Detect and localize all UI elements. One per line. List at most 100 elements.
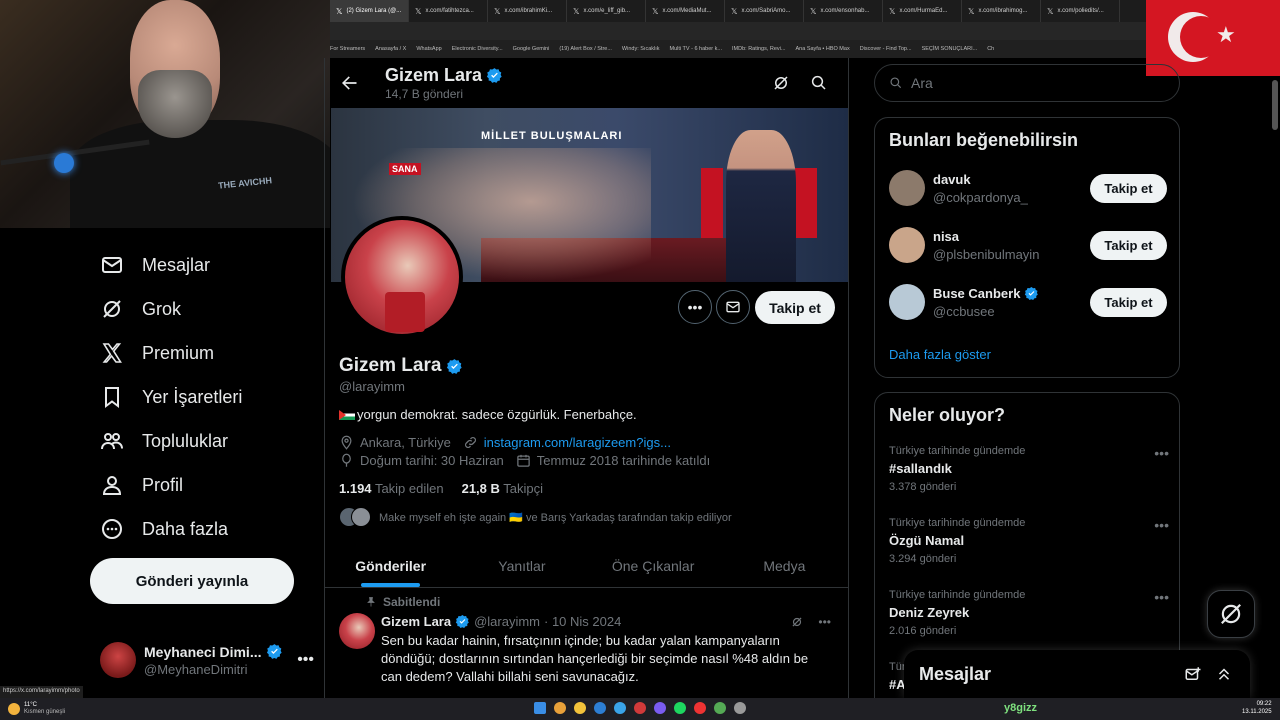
discord-icon[interactable] (654, 702, 666, 714)
search-icon[interactable] (810, 74, 828, 92)
post-more-icon[interactable]: ••• (818, 615, 831, 629)
browser-tab[interactable]: 𝕏x.com/ibrahimog... (962, 0, 1041, 22)
profile-bio: yorgun demokrat. sadece özgürlük. Fenerb… (357, 407, 637, 422)
follow-button[interactable]: Takip et (1090, 230, 1167, 260)
profile-avatar[interactable] (341, 216, 463, 338)
x-logo-icon: 𝕏 (1047, 6, 1054, 16)
trend-item[interactable]: Türkiye tarihinde gündemde #sallandık 3.37… (889, 445, 1169, 493)
grok-icon[interactable] (772, 74, 790, 92)
browser-tab[interactable]: 𝕏x.com/HurmaEd... (883, 0, 962, 22)
bookmark-item[interactable]: Ch (987, 46, 994, 52)
windows-taskbar: 11°C Kısmen güneşli y8gizz 09:22 13.11.2… (0, 698, 1280, 720)
suggestion-item[interactable]: davuk @cokpardonya_ Takip et (889, 170, 1167, 206)
back-arrow-icon[interactable] (339, 73, 359, 93)
trend-context: Türkiye tarihinde gündemde (889, 589, 1026, 601)
x-logo-icon: 𝕏 (652, 6, 659, 16)
more-icon[interactable]: ••• (1154, 589, 1169, 605)
bookmark-item[interactable]: Google Gemini (513, 46, 550, 52)
more-icon[interactable]: ••• (297, 651, 314, 669)
windows-start-icon[interactable] (534, 702, 546, 714)
suggestion-name: nisa (933, 228, 960, 244)
calendar-icon (517, 454, 530, 467)
scrollbar[interactable] (1272, 80, 1278, 130)
more-icon[interactable]: ••• (1154, 445, 1169, 461)
app-icon[interactable] (694, 702, 706, 714)
browser-tab[interactable]: 𝕏x.com/SabriAmo... (725, 0, 804, 22)
follow-button[interactable]: Takip et (1090, 287, 1167, 317)
nav-item-mesajlar[interactable]: Mesajlar (100, 250, 210, 280)
profile-name-row: Gizem Lara (339, 355, 463, 377)
following-stat[interactable]: 1.194 Takip edilen (339, 481, 444, 496)
weather-widget[interactable]: 11°C Kısmen güneşli (24, 702, 65, 716)
x-logo-icon: 𝕏 (494, 6, 501, 16)
bookmark-item[interactable]: Ana Sayfa • HBO Max (796, 46, 850, 52)
flag-star-icon: ★ (1216, 22, 1236, 47)
avatar[interactable] (339, 613, 375, 649)
bookmark-item[interactable]: Electronic Diversity... (452, 46, 503, 52)
follow-stats: 1.194 Takip edilen 21,8 B Takipçi (339, 481, 543, 496)
bookmark-item[interactable]: WhatsApp (416, 46, 441, 52)
file-explorer-icon[interactable] (574, 702, 586, 714)
browser-tab[interactable]: 𝕏x.com/ensonhab... (804, 0, 883, 22)
bookmark-icon (105, 387, 119, 408)
browser-tab[interactable]: 𝕏x.com/ibrahimKi... (488, 0, 567, 22)
more-options-button[interactable]: ••• (678, 290, 712, 324)
chrome-icon[interactable] (554, 702, 566, 714)
profile-link[interactable]: instagram.com/laragizeem?igs... (484, 435, 671, 450)
bookmark-item[interactable]: (19) Alert Box / Stre... (559, 46, 612, 52)
message-button[interactable] (716, 290, 750, 324)
app-icon[interactable] (714, 702, 726, 714)
grok-icon[interactable] (790, 615, 804, 629)
bookmark-item[interactable]: Multi TV - 6 haber k... (670, 46, 722, 52)
followers-stat[interactable]: 21,8 B Takipçi (462, 481, 543, 496)
browser-tab[interactable]: 𝕏x.com/poliedits/... (1041, 0, 1120, 22)
account-switcher[interactable]: Meyhaneci Dimi... @MeyhaneDimitri ••• (100, 636, 320, 684)
bookmark-item[interactable]: SEÇİM SONUÇLARI... (922, 46, 978, 52)
follow-button[interactable]: Takip et (1090, 173, 1167, 203)
browser-tab[interactable]: 𝕏x.com/MediaMut... (646, 0, 725, 22)
nav-item-daha-fazla[interactable]: Daha fazla (100, 514, 228, 544)
nav-item-topluluklar[interactable]: Topluluklar (100, 426, 228, 456)
address-bar[interactable] (326, 22, 1146, 40)
browser-tab[interactable]: 𝕏x.com/e_liff_gib... (567, 0, 646, 22)
follow-button[interactable]: Takip et (755, 291, 835, 324)
grok-button[interactable] (1207, 590, 1255, 638)
post-button[interactable]: Gönderi yayınla (90, 558, 294, 604)
more-icon[interactable]: ••• (1154, 517, 1169, 533)
spotify-icon[interactable] (674, 702, 686, 714)
browser-tab[interactable]: 𝕏 (2) Gizem Lara (@... (330, 0, 409, 22)
tab-gönderiler[interactable]: Gönderiler (325, 548, 456, 587)
tab-öne-çıkanlar[interactable]: Öne Çıkanlar (588, 548, 719, 587)
suggestion-item[interactable]: Buse Canberk @ccbusee Takip et (889, 284, 1167, 320)
nav-item-profil[interactable]: Profil (100, 470, 183, 500)
edge-icon[interactable] (594, 702, 606, 714)
streamer-torso (70, 120, 330, 228)
nav-item-premium[interactable]: Premium (100, 338, 214, 368)
nav-item-grok[interactable]: Grok (100, 294, 181, 324)
bookmark-item[interactable]: Windy: Sıcaklık (622, 46, 660, 52)
steam-icon[interactable] (614, 702, 626, 714)
clock[interactable]: 09:22 13.11.2025 (1242, 700, 1272, 716)
suggestion-item[interactable]: nisa @plsbenibulmayin Takip et (889, 227, 1167, 263)
show-more-link[interactable]: Daha fazla göster (889, 347, 991, 362)
browser-tab[interactable]: 𝕏x.com/fatihtezca... (409, 0, 488, 22)
tab-yanıtlar[interactable]: Yanıtlar (456, 548, 587, 587)
tab-medya[interactable]: Medya (719, 548, 848, 587)
trend-item[interactable]: Türkiye tarihinde gündemde Deniz Zeyrek 2.… (889, 589, 1169, 637)
bookmark-item[interactable]: Anasayfa / X (375, 46, 406, 52)
profile-meta-row1: Ankara, Türkiye instagram.com/laragizeem… (339, 435, 671, 450)
expand-up-icon[interactable] (1215, 665, 1233, 683)
pinned-post[interactable]: Gizem Lara @larayimm · 10 Nis 2024 ••• S… (381, 614, 831, 686)
messages-drawer[interactable]: Mesajlar (904, 650, 1250, 698)
nav-item-yer-i̇şaretleri[interactable]: Yer İşaretleri (100, 382, 242, 412)
bookmark-item[interactable]: IMDb: Ratings, Revi... (732, 46, 786, 52)
trend-item[interactable]: Türkiye tarihinde gündemde Özgü Namal 3.29… (889, 517, 1169, 565)
bookmark-item[interactable]: For Streamers (330, 46, 365, 52)
app-icon[interactable] (634, 702, 646, 714)
followed-by-row[interactable]: Make myself eh işte again 🇺🇦 ve Barış Ya… (339, 507, 732, 527)
app-icon[interactable] (734, 702, 746, 714)
x-logo-icon: 𝕏 (415, 6, 422, 16)
search-input[interactable]: Ara (874, 64, 1180, 102)
bookmark-item[interactable]: Discover - Find Top... (860, 46, 912, 52)
new-message-icon[interactable] (1184, 665, 1202, 683)
